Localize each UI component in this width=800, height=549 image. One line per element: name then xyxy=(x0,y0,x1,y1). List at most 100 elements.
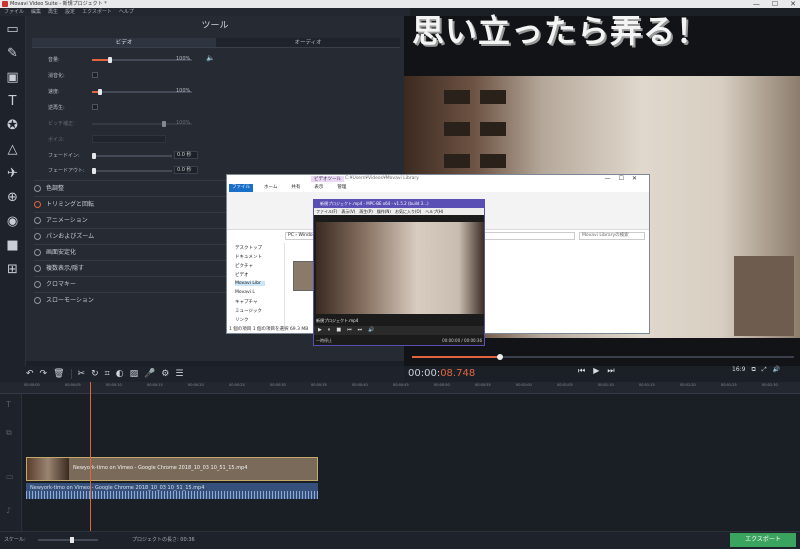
nav-item[interactable]: Movavi L xyxy=(235,290,255,295)
mpc-menu-help[interactable]: ヘルプ(H) xyxy=(425,208,443,215)
player-controls: ⏮ ▶ ⏭ xyxy=(578,366,615,376)
shapes-icon[interactable]: △ xyxy=(4,142,21,157)
menu-settings[interactable]: 設定 xyxy=(65,8,75,16)
mpc-menu-view[interactable]: 表示(V) xyxy=(341,208,355,215)
scale-slider[interactable] xyxy=(38,537,98,543)
video-track-icon: ▭ xyxy=(6,472,14,481)
mpc-next-icon[interactable]: ⏭ xyxy=(358,326,363,335)
reverse-checkbox[interactable] xyxy=(92,104,98,110)
zoom-icon[interactable]: ⊕ xyxy=(4,190,21,205)
nav-item[interactable]: キャプチャ xyxy=(235,299,257,305)
redo-icon[interactable]: ↷ xyxy=(40,369,48,379)
ribbon-tab-view[interactable]: 表示 xyxy=(311,184,326,192)
motion-icon[interactable]: ✈ xyxy=(4,166,21,181)
audio-clip[interactable]: Newyork-timo on Vimeo - Google Chrome 20… xyxy=(26,483,318,499)
explorer-search[interactable]: Movavi Libraryの検索 xyxy=(579,232,645,240)
mute-label: 消音化: xyxy=(48,73,65,79)
import-icon[interactable]: ▭ xyxy=(4,22,21,37)
radio-icon xyxy=(34,201,41,208)
speaker-icon[interactable]: 🔈 xyxy=(206,54,215,62)
mpc-menu-navigate[interactable]: 操作(N) xyxy=(377,208,391,215)
webcam-icon[interactable]: ◉ xyxy=(4,214,21,229)
mpc-video[interactable] xyxy=(316,222,484,314)
nav-item[interactable]: デスクトップ xyxy=(235,245,262,251)
tab-video[interactable]: ビデオ xyxy=(32,38,216,48)
mpc-menu-file[interactable]: ファイル(F) xyxy=(316,208,337,215)
seek-handle[interactable] xyxy=(496,354,503,360)
skip-back-icon[interactable]: ⏮ xyxy=(578,366,585,376)
playhead[interactable] xyxy=(90,382,91,531)
mpc-pause-icon[interactable]: ⏸ xyxy=(328,326,331,335)
fade-out-slider[interactable] xyxy=(92,168,172,174)
transitions-icon[interactable]: ▣ xyxy=(4,70,21,85)
ribbon-tab-file[interactable]: ファイル xyxy=(229,184,253,192)
menu-edit[interactable]: 編集 xyxy=(31,8,41,16)
fade-in-slider[interactable] xyxy=(92,153,172,159)
record-icon[interactable]: ■ xyxy=(4,238,21,253)
ruler-tick: 00:00:15 xyxy=(147,383,163,387)
nav-item[interactable]: ドキュメント xyxy=(235,254,262,260)
ribbon-tab-home[interactable]: ホーム xyxy=(261,184,280,192)
export-button[interactable]: エクスポート xyxy=(730,533,796,547)
equalizer-icon[interactable]: ☰ xyxy=(175,369,183,379)
color-icon[interactable]: ◐ xyxy=(116,369,124,379)
explorer-context-tab[interactable]: ビデオツール xyxy=(311,176,344,182)
ribbon-tab-share[interactable]: 共有 xyxy=(288,184,303,192)
play-icon[interactable]: ▶ xyxy=(593,366,599,376)
mpc-stop-icon[interactable]: ■ xyxy=(336,326,341,335)
mic-icon[interactable]: 🎤 xyxy=(144,369,155,379)
nav-item[interactable]: ピクチャ xyxy=(235,263,253,269)
mpc-prev-icon[interactable]: ⏮ xyxy=(347,326,352,335)
tab-audio[interactable]: オーディオ xyxy=(216,38,400,48)
more-tools-icon[interactable]: ⊞ xyxy=(4,262,21,277)
fullscreen-icon[interactable]: ⤢ xyxy=(762,366,767,374)
file-thumbnail[interactable] xyxy=(293,261,315,291)
fade-out-label: フェードアウト: xyxy=(48,168,85,174)
mute-checkbox[interactable] xyxy=(92,72,98,78)
music-track-icon: ♪ xyxy=(6,506,12,515)
menu-file[interactable]: ファイル xyxy=(4,8,24,16)
nav-item[interactable]: ビデオ xyxy=(235,272,249,278)
nav-item[interactable]: リンク xyxy=(235,317,249,323)
ribbon-tab-manage[interactable]: 管理 xyxy=(334,184,349,192)
image-icon[interactable]: ▨ xyxy=(130,369,139,379)
seek-bar[interactable] xyxy=(412,354,794,360)
stickers-icon[interactable]: ✪ xyxy=(4,118,21,133)
rotate-icon[interactable]: ↻ xyxy=(91,369,99,379)
cut-icon[interactable]: ✂ xyxy=(78,369,86,379)
delete-icon[interactable]: 🗑 xyxy=(53,369,64,379)
mpc-volume-icon[interactable]: 🔊 xyxy=(368,326,374,335)
filters-icon[interactable]: ✎ xyxy=(4,46,21,61)
ruler-tick: 00:00:45 xyxy=(393,383,409,387)
volume-icon[interactable]: 🔊 xyxy=(773,366,780,374)
voice-label: ボイス: xyxy=(48,137,65,143)
media-player-window: 新規プロジェクト.mp4 - MPC-BE x64 - v1.5.2 (buil… xyxy=(313,199,485,346)
ruler-tick: 00:01:00 xyxy=(516,383,532,387)
menu-help[interactable]: ヘルプ xyxy=(119,8,134,16)
ruler-tick: 00:01:25 xyxy=(721,383,737,387)
preview-options: 16:9 ⧉ ⤢ 🔊 xyxy=(732,366,780,374)
video-clip[interactable]: Newyork-timo on Vimeo - Google Chrome 20… xyxy=(26,457,318,481)
menu-export[interactable]: エクスポート xyxy=(82,8,112,16)
timeline-ruler[interactable]: 00:00:00 00:00:05 00:00:10 00:00:15 00:00:20… xyxy=(0,382,800,394)
settings-icon[interactable]: ⚙ xyxy=(161,369,169,379)
fade-in-value[interactable]: 0.0 秒 xyxy=(174,151,198,159)
radio-icon xyxy=(34,297,41,304)
crop-icon[interactable]: ⌗ xyxy=(105,369,110,379)
mpc-menu-favorites[interactable]: お気に入り(O) xyxy=(395,208,421,215)
ruler-tick: 00:00:35 xyxy=(311,383,327,387)
menu-play[interactable]: 再生 xyxy=(48,8,58,16)
ruler-tick: 00:00:10 xyxy=(106,383,122,387)
aspect-ratio-button[interactable]: 16:9 xyxy=(732,366,745,374)
titles-icon[interactable]: T xyxy=(4,94,21,109)
explorer-window-controls[interactable]: —☐✕ xyxy=(605,175,645,182)
mpc-play-icon[interactable]: ▶ xyxy=(318,326,322,335)
fade-out-value[interactable]: 0.0 秒 xyxy=(174,166,198,174)
undo-icon[interactable]: ↶ xyxy=(26,369,34,379)
nav-item[interactable]: Movavi Libr xyxy=(235,281,265,286)
skip-forward-icon[interactable]: ⏭ xyxy=(607,366,614,376)
popout-icon[interactable]: ⧉ xyxy=(751,366,755,374)
nav-item[interactable]: ミュージック xyxy=(235,308,262,314)
speed-label: 速度: xyxy=(48,89,60,95)
mpc-menu-play[interactable]: 再生(P) xyxy=(359,208,373,215)
